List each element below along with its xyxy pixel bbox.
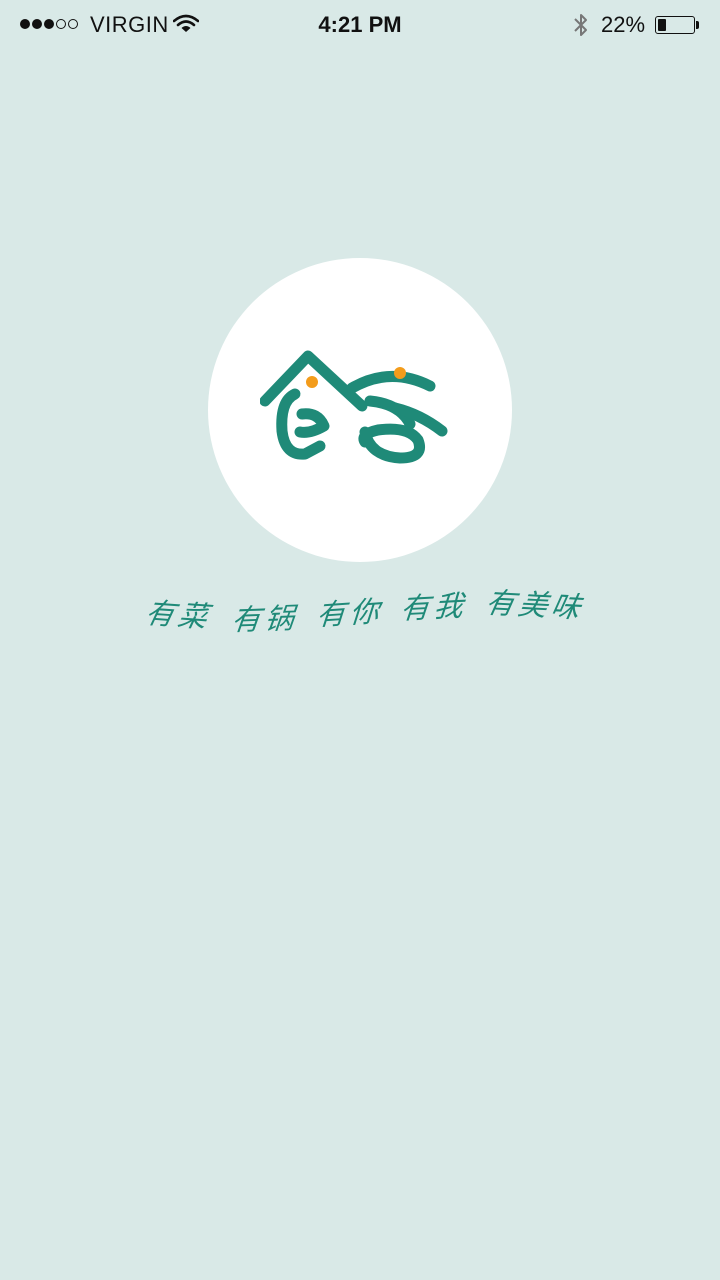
battery-icon bbox=[655, 16, 695, 34]
battery-percent: 22% bbox=[601, 12, 646, 37]
logo-dot bbox=[306, 376, 318, 388]
logo-stroke bbox=[346, 371, 436, 394]
logo-stroke bbox=[294, 408, 330, 438]
slogan: 有菜 有锅 有你 有我 有美味 bbox=[0, 578, 720, 638]
slogan-phrase: 有美味 bbox=[482, 585, 588, 625]
slogan-phrase: 有我 bbox=[399, 588, 469, 626]
battery-nub bbox=[696, 21, 699, 29]
logo-stroke bbox=[276, 388, 326, 460]
battery-level bbox=[658, 19, 667, 31]
slogan-phrase: 有锅 bbox=[229, 600, 300, 638]
logo-stroke bbox=[358, 423, 425, 464]
logo-mark: 食客 bbox=[260, 350, 448, 464]
slogan-phrase: 有菜 bbox=[142, 595, 215, 635]
bluetooth-icon bbox=[574, 14, 587, 36]
status-bar: VIRGIN 4:21 PM 22% bbox=[0, 0, 720, 52]
slogan-phrase: 有你 bbox=[315, 593, 385, 633]
logo-dot bbox=[394, 367, 406, 379]
app-logo: 食客 bbox=[208, 258, 512, 562]
